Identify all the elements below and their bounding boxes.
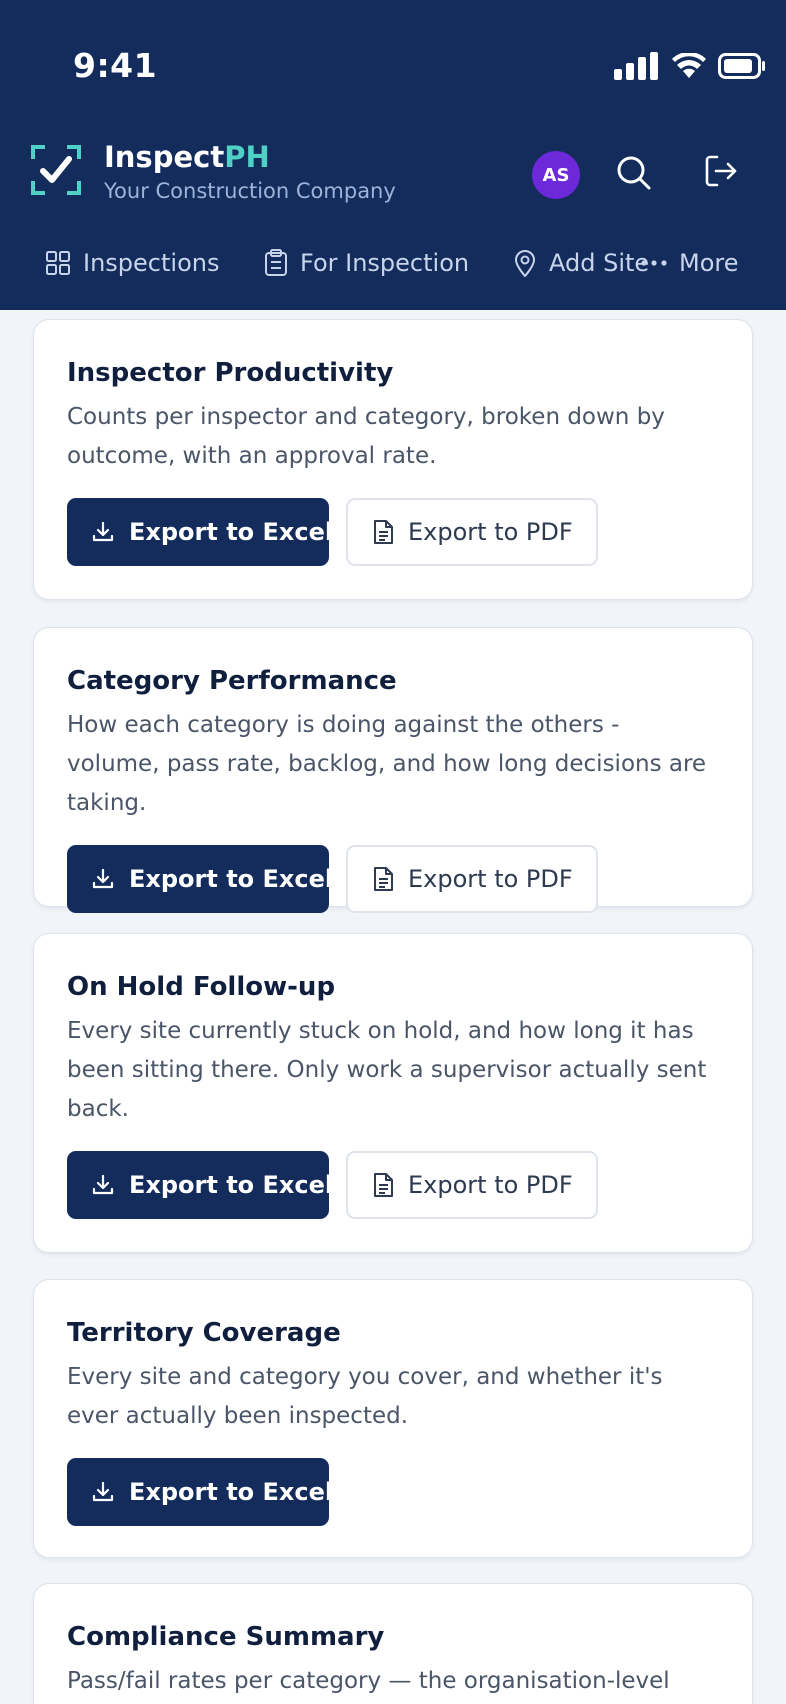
avatar[interactable]: AS (532, 151, 580, 199)
checkmark-scan-logo-icon (31, 145, 81, 195)
export-excel-button[interactable]: Export to Excel (67, 1151, 333, 1219)
battery-icon (718, 53, 765, 79)
report-description: Every site currently stuck on hold, and … (67, 1018, 707, 1122)
document-icon (374, 1173, 393, 1197)
app-name: InspectPH (104, 140, 396, 174)
export-excel-label: Export to Excel (129, 518, 334, 546)
export-pdf-button[interactable]: Export to PDF (346, 1151, 598, 1219)
signal-icon (614, 52, 658, 80)
app-name-main: Inspect (104, 140, 225, 174)
nav-label-inspections: Inspections (83, 249, 220, 277)
app-header: 9:41 InspectPH Your Construction Company… (0, 0, 786, 310)
search-icon (617, 156, 651, 190)
nav-item-inspections[interactable]: Inspections (45, 240, 219, 286)
export-excel-button[interactable]: Export to Excel (67, 1458, 333, 1526)
download-icon (92, 521, 114, 542)
export-pdf-label: Export to PDF (408, 1171, 573, 1199)
report-card-inspector-productivity: Inspector Productivity Counts per inspec… (33, 319, 753, 600)
report-title: On Hold Follow-up (67, 972, 336, 1002)
export-pdf-button[interactable]: Export to PDF (346, 845, 598, 913)
download-icon (92, 868, 114, 889)
nav-label-for-inspection: For Inspection (300, 249, 470, 277)
report-title: Compliance Summary (67, 1622, 385, 1652)
clipboard-icon (265, 249, 287, 276)
export-pdf-label: Export to PDF (408, 865, 573, 893)
wifi-icon (672, 53, 706, 78)
more-dots-icon (641, 260, 667, 266)
nav-item-more[interactable]: More (641, 240, 739, 286)
report-card-compliance-summary: Compliance Summary Pass/fail rates per c… (33, 1583, 753, 1704)
nav-bar: Inspections For Inspection Add Site More (0, 240, 786, 290)
status-time: 9:41 (73, 46, 158, 85)
logout-button[interactable] (697, 147, 745, 195)
report-description: Counts per inspector and category, broke… (67, 404, 665, 469)
document-icon (374, 867, 393, 891)
app-name-accent: PH (224, 140, 270, 174)
export-excel-label: Export to Excel (129, 865, 334, 893)
report-description: How each category is doing against the o… (67, 712, 707, 816)
export-pdf-label: Export to PDF (408, 518, 573, 546)
company-name: Your Construction Company (104, 179, 396, 203)
nav-label-more: More (679, 249, 739, 277)
document-icon (374, 520, 393, 544)
search-button[interactable] (610, 149, 658, 197)
download-icon (92, 1174, 114, 1195)
download-icon (92, 1481, 114, 1502)
export-excel-button[interactable]: Export to Excel (67, 498, 333, 566)
status-icons (614, 52, 766, 80)
report-card-on-hold-follow-up: On Hold Follow-up Every site currently s… (33, 933, 753, 1253)
report-card-territory-coverage: Territory Coverage Every site and catego… (33, 1279, 753, 1558)
report-title: Inspector Productivity (67, 358, 394, 388)
status-bar: 9:41 (0, 0, 786, 130)
report-card-category-performance: Category Performance How each category i… (33, 627, 753, 913)
nav-label-add-site: Add Site (549, 249, 650, 277)
nav-item-for-inspection[interactable]: For Inspection (264, 240, 469, 286)
report-title: Category Performance (67, 666, 397, 696)
logout-icon (705, 155, 737, 187)
report-title: Territory Coverage (67, 1318, 341, 1348)
export-pdf-button[interactable]: Export to PDF (346, 498, 598, 566)
map-pin-icon (514, 250, 536, 277)
export-excel-label: Export to Excel (129, 1171, 334, 1199)
nav-item-add-site[interactable]: Add Site (513, 240, 651, 286)
brand: InspectPH Your Construction Company (31, 140, 396, 203)
report-description: Every site and category you cover, and w… (67, 1364, 663, 1429)
report-description: Pass/fail rates per category — the organ… (67, 1668, 670, 1694)
grid-icon (46, 251, 70, 275)
export-excel-button[interactable]: Export to Excel (67, 845, 333, 913)
export-excel-label: Export to Excel (129, 1478, 334, 1506)
